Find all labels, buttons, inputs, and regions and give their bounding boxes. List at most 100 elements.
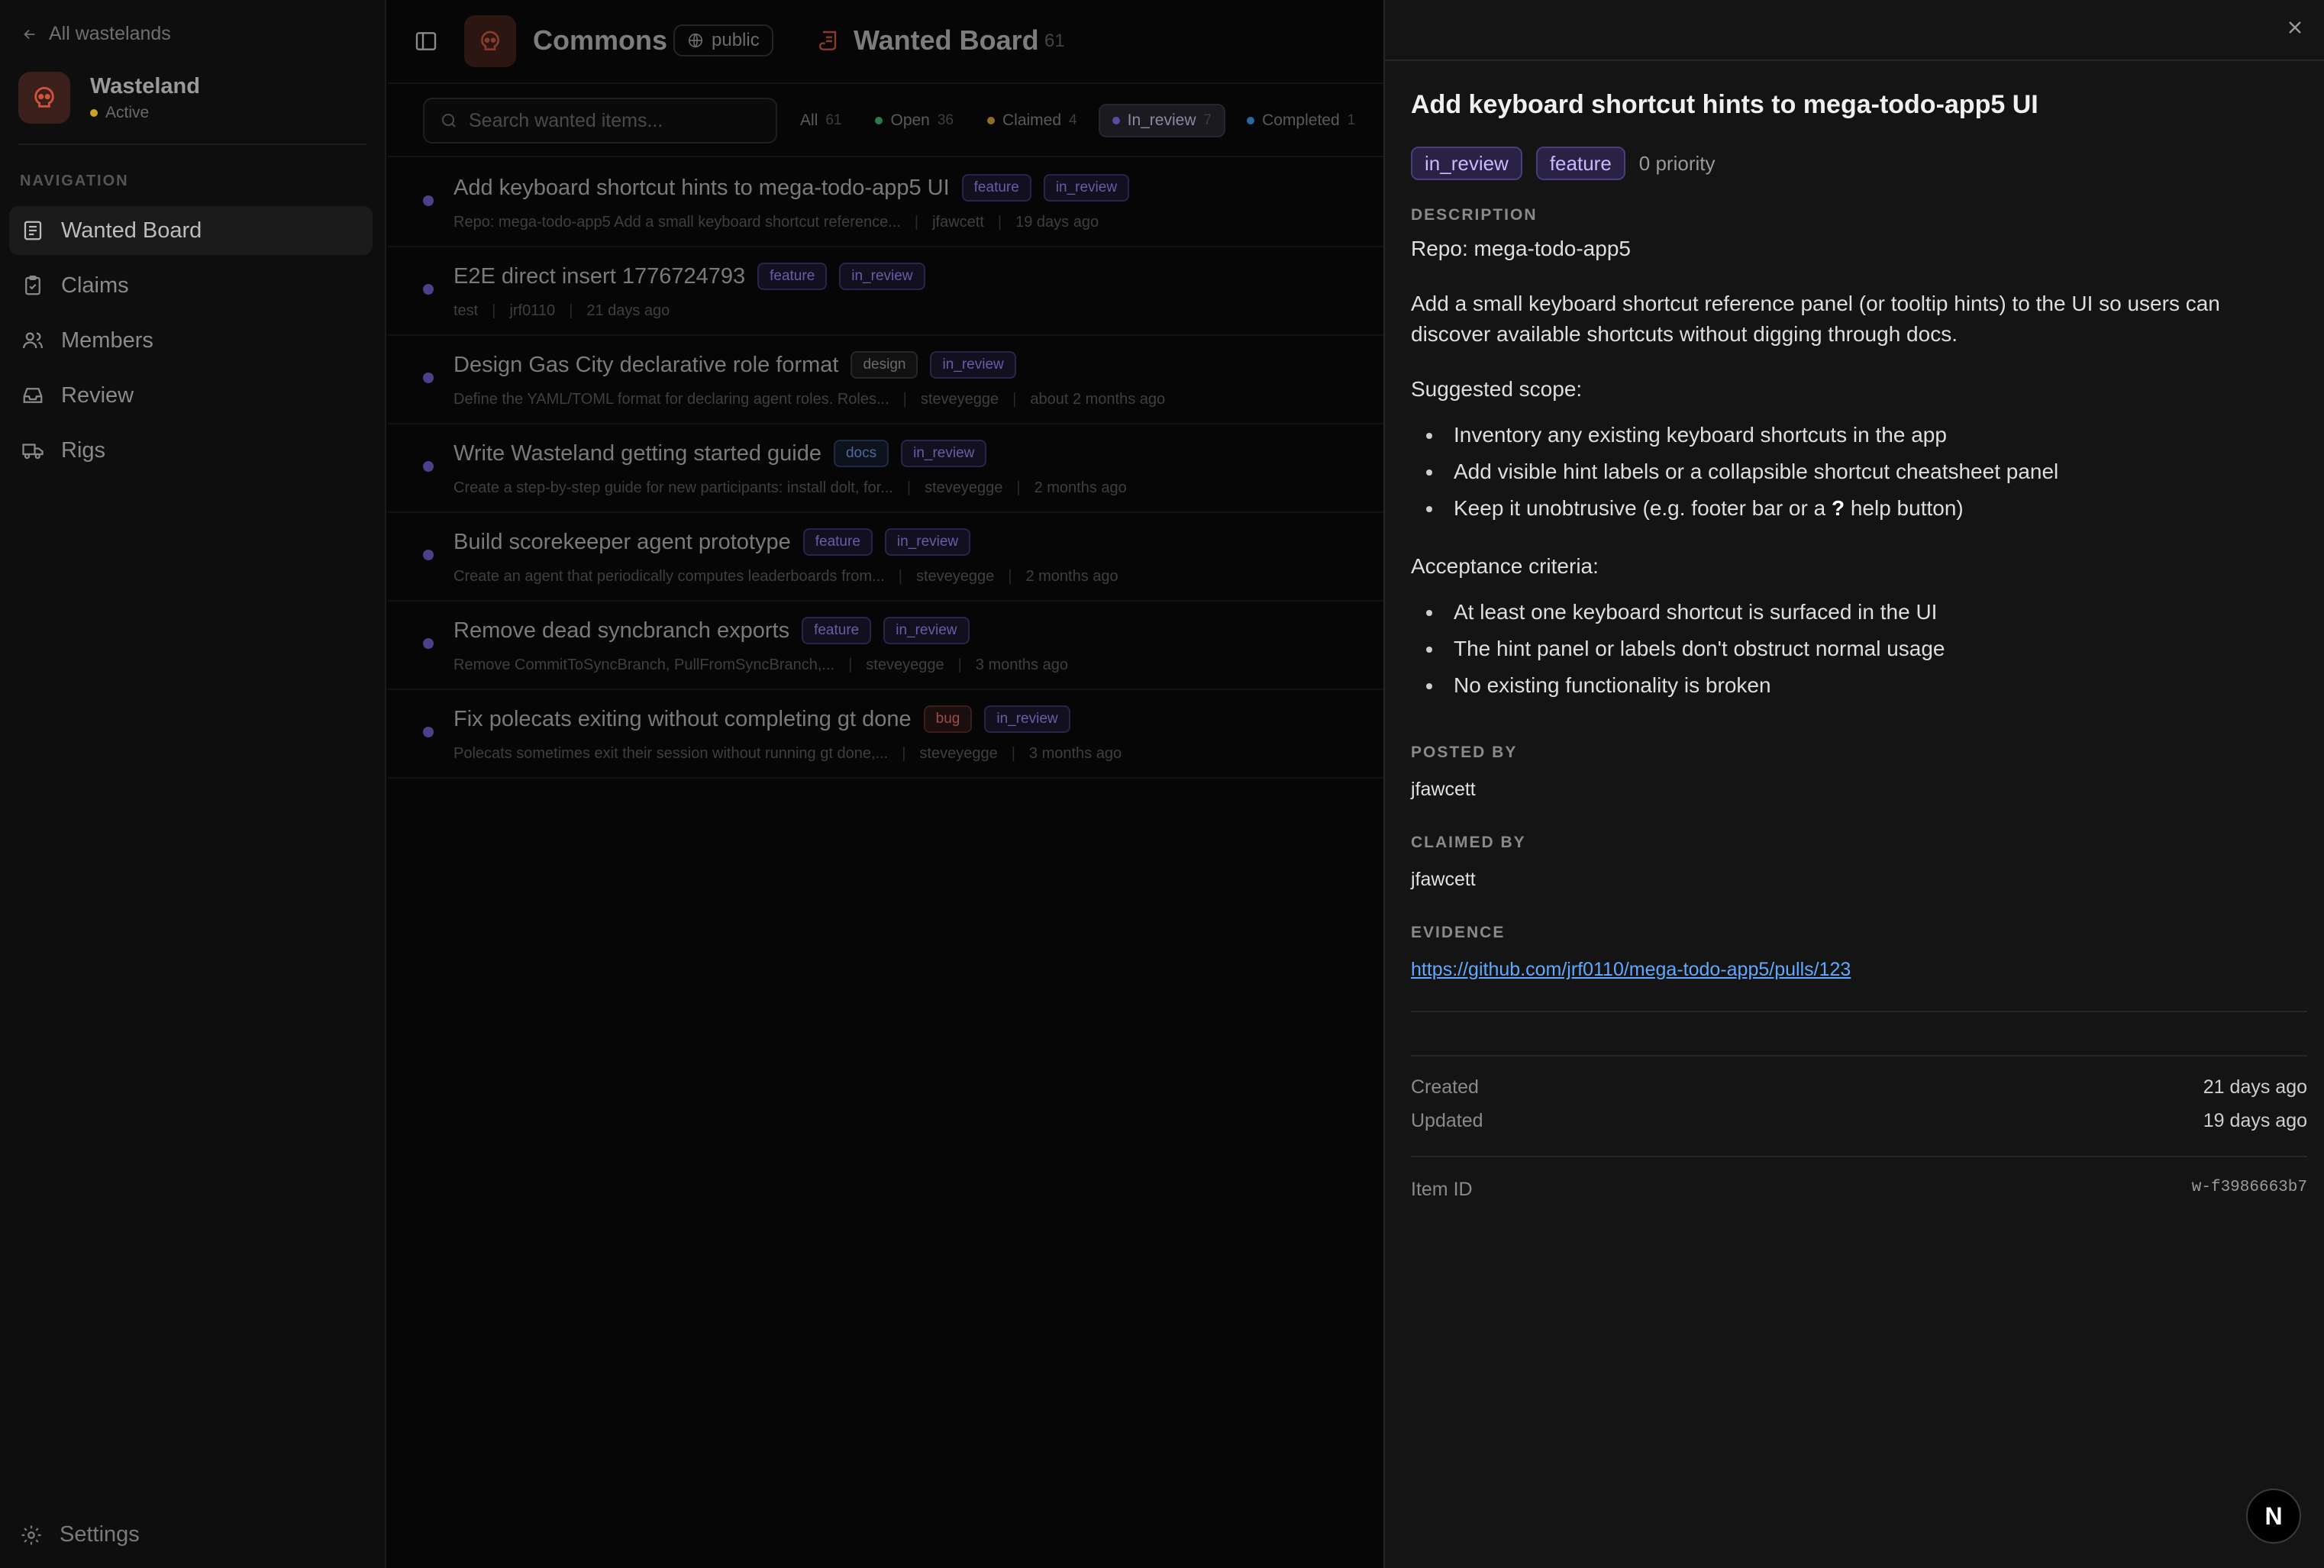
- divider: [1411, 1011, 2307, 1012]
- item-tag: feature: [802, 528, 873, 556]
- item-title: E2E direct insert 1776724793: [454, 263, 746, 289]
- separator: |: [848, 657, 853, 673]
- list-item[interactable]: E2E direct insert 1776724793 feature in_…: [388, 247, 1385, 336]
- item-tag: in_review: [901, 440, 987, 467]
- status-dot: [423, 195, 434, 206]
- nav-heading: NAVIGATION: [20, 173, 129, 189]
- page-title: Commons: [533, 24, 668, 56]
- truck-icon: [21, 439, 44, 462]
- filter-chip-in-review[interactable]: In_review 7: [1098, 104, 1226, 137]
- panel-header: [1385, 0, 2324, 61]
- item-author: jfawcett: [932, 214, 984, 231]
- close-icon[interactable]: [2284, 17, 2306, 38]
- topbar: Commons public Wanted Board 61: [388, 0, 1385, 84]
- item-age: 3 months ago: [975, 657, 1068, 673]
- arrow-left-icon: [21, 26, 38, 43]
- filter-bar: All 61 Open 36 Claimed 4 In_review 7: [388, 85, 1385, 157]
- detail-tags: in_review feature 0 priority: [1411, 147, 1715, 180]
- separator: |: [902, 391, 907, 408]
- filter-chip-claimed[interactable]: Claimed 4: [975, 104, 1089, 137]
- item-id-row: Item ID w-f3986663b7: [1411, 1179, 2307, 1201]
- org-status-label: Active: [105, 103, 150, 121]
- chip-count: 61: [825, 112, 842, 128]
- status-dot: [90, 108, 98, 117]
- filter-chip-open[interactable]: Open 36: [863, 104, 966, 137]
- help-key: ?: [1831, 496, 1845, 520]
- org-status: Active: [90, 104, 200, 122]
- chip-label: In_review: [1127, 111, 1196, 129]
- created-label: Created: [1411, 1076, 1479, 1098]
- users-icon: [21, 329, 44, 352]
- list-item[interactable]: Fix polecats exiting without completing …: [388, 690, 1385, 779]
- scope-last-suffix: help button): [1845, 496, 1964, 520]
- scope-last-prefix: Keep it unobtrusive (e.g. footer bar or …: [1454, 496, 1832, 520]
- skull-icon: [478, 29, 502, 53]
- sidebar-item-review[interactable]: Review: [9, 371, 373, 420]
- status-dot: [423, 638, 434, 649]
- back-to-wastelands-link[interactable]: All wastelands: [21, 23, 171, 45]
- search-input[interactable]: [469, 109, 759, 132]
- separator: |: [1012, 391, 1017, 408]
- separator: |: [1011, 745, 1015, 762]
- settings-label: Settings: [60, 1522, 140, 1547]
- item-tag: feature: [757, 263, 828, 290]
- filter-chip-completed[interactable]: Completed 1: [1235, 104, 1367, 137]
- visibility-badge: public: [673, 24, 773, 56]
- scroll-icon: [817, 29, 841, 53]
- status-badge: in_review: [1411, 147, 1522, 180]
- created-row: Created 21 days ago: [1411, 1076, 2307, 1099]
- org-switcher[interactable]: Wasteland Active: [18, 72, 200, 124]
- board-title: Wanted Board: [854, 24, 1039, 56]
- org-avatar: [18, 72, 70, 124]
- status-filters: All 61 Open 36 Claimed 4 In_review 7 Com…: [788, 104, 1367, 137]
- separator: |: [1016, 479, 1021, 496]
- evidence-link[interactable]: https://github.com/jrf0110/mega-todo-app…: [1411, 959, 1851, 981]
- sidebar-item-rigs[interactable]: Rigs: [9, 426, 373, 475]
- list-item[interactable]: Build scorekeeper agent prototype featur…: [388, 513, 1385, 602]
- list-item: No existing functionality is broken: [1411, 667, 2289, 704]
- sidebar-item-members[interactable]: Members: [9, 316, 373, 365]
- commons-logo: [464, 15, 516, 67]
- item-title: Remove dead syncbranch exports: [454, 618, 790, 643]
- sidebar-item-claims[interactable]: Claims: [9, 261, 373, 310]
- separator: |: [906, 479, 912, 496]
- item-tag: design: [851, 351, 918, 379]
- claimed-by-value: jfawcett: [1411, 869, 1476, 890]
- list-item[interactable]: Write Wasteland getting started guide do…: [388, 424, 1385, 513]
- item-tag: in_review: [883, 617, 970, 644]
- sidebar-item-wanted-board[interactable]: Wanted Board: [9, 206, 373, 255]
- item-title: Fix polecats exiting without completing …: [454, 706, 912, 731]
- list-item[interactable]: Add keyboard shortcut hints to mega-todo…: [388, 159, 1385, 247]
- detail-panel: Add keyboard shortcut hints to mega-todo…: [1383, 0, 2324, 1568]
- updated-value: 19 days ago: [2203, 1110, 2307, 1131]
- item-age: 19 days ago: [1015, 214, 1099, 231]
- chip-count: 36: [937, 112, 954, 128]
- sidebar-item-label: Members: [61, 327, 153, 353]
- priority-label: 0 priority: [1638, 151, 1716, 175]
- dev-tools-badge[interactable]: N: [2246, 1489, 2301, 1544]
- chip-label: Claimed: [1002, 111, 1062, 129]
- item-title: Add keyboard shortcut hints to mega-todo…: [454, 175, 950, 200]
- search-icon: [440, 111, 458, 130]
- sidebar-toggle-icon[interactable]: [414, 29, 438, 53]
- settings-link[interactable]: Settings: [20, 1522, 140, 1547]
- type-badge: feature: [1535, 147, 1625, 180]
- item-description: Define the YAML/TOML format for declarin…: [454, 391, 889, 408]
- item-tag: feature: [961, 174, 1031, 202]
- detail-title: Add keyboard shortcut hints to mega-todo…: [1411, 90, 2038, 119]
- search-box: [423, 98, 777, 144]
- description-body: Repo: mega-todo-app5 Add a small keyboar…: [1411, 234, 2289, 728]
- sidebar-item-label: Wanted Board: [61, 218, 202, 243]
- list-item[interactable]: Design Gas City declarative role format …: [388, 336, 1385, 424]
- description-intro: Add a small keyboard shortcut reference …: [1411, 292, 2220, 346]
- item-age: about 2 months ago: [1030, 391, 1166, 408]
- item-id-value: w-f3986663b7: [2191, 1179, 2307, 1196]
- list-item[interactable]: Remove dead syncbranch exports feature i…: [388, 602, 1385, 690]
- board-icon: [21, 219, 44, 242]
- repo-line: Repo: mega-todo-app5: [1411, 237, 1631, 260]
- filter-chip-all[interactable]: All 61: [788, 104, 854, 137]
- sidebar: All wastelands Wasteland Active NAVIGATI…: [0, 0, 386, 1568]
- separator: |: [492, 302, 496, 319]
- item-author: steveyegge: [925, 479, 1003, 496]
- list-item: Add visible hint labels or a collapsible…: [1411, 453, 2289, 490]
